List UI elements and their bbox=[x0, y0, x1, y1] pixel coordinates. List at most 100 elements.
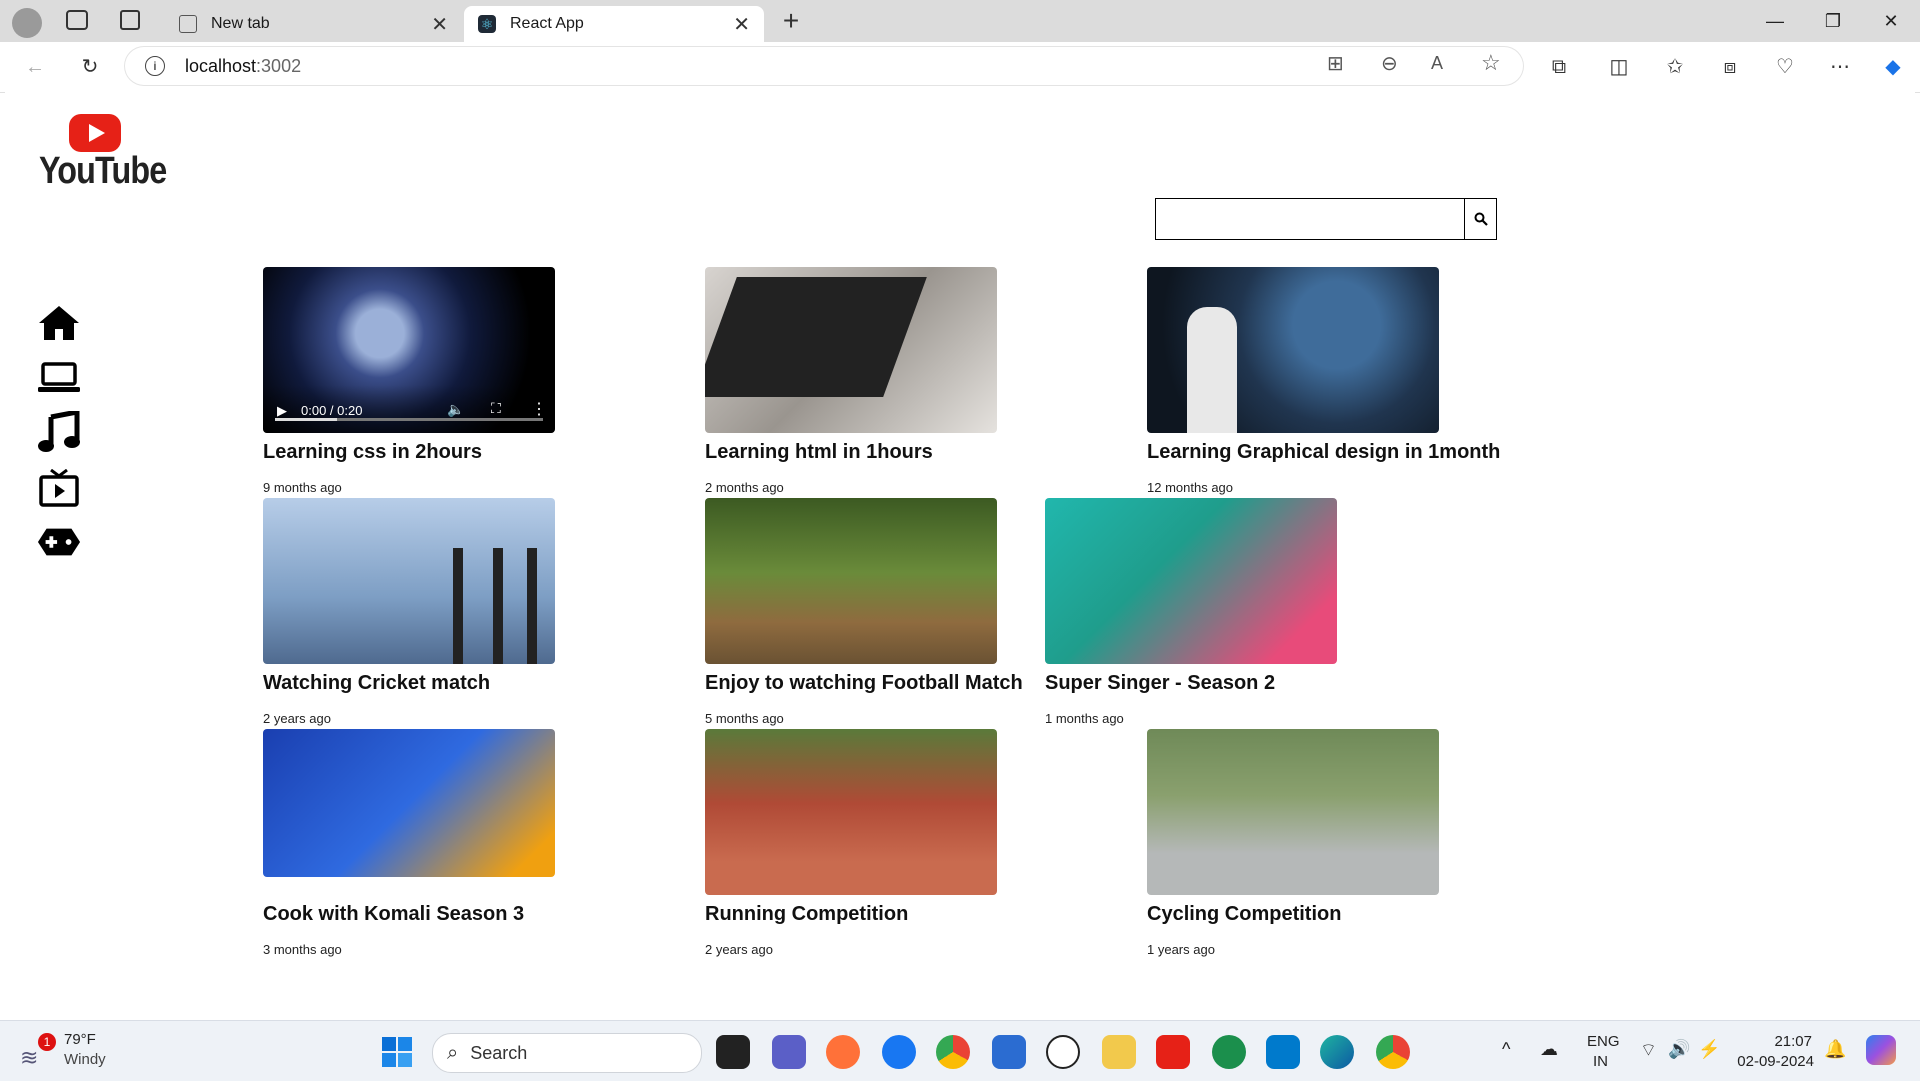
video-thumbnail[interactable] bbox=[705, 729, 997, 895]
video-controls: ▶ 0:00 / 0:20 🔈 ⛶ ⋮ bbox=[263, 385, 555, 433]
video-title[interactable]: Cook with Komali Season 3 bbox=[263, 903, 555, 926]
video-card[interactable]: Cook with Komali Season 3 3 months ago bbox=[263, 729, 555, 957]
notification-badge: 1 bbox=[38, 1033, 56, 1051]
video-card[interactable]: Running Competition 2 years ago bbox=[705, 729, 997, 957]
vscode-icon[interactable] bbox=[1266, 1035, 1300, 1069]
copilot-icon[interactable]: ◆ bbox=[1878, 52, 1908, 82]
video-title[interactable]: Learning html in 1hours bbox=[705, 441, 997, 464]
clock-date[interactable]: 02-09-2024 bbox=[1728, 1053, 1814, 1070]
video-player[interactable]: ▶ 0:00 / 0:20 🔈 ⛶ ⋮ bbox=[263, 267, 555, 433]
language-bottom[interactable]: IN bbox=[1593, 1053, 1608, 1070]
edge-icon[interactable] bbox=[1320, 1035, 1354, 1069]
close-tab-icon[interactable]: ✕ bbox=[431, 12, 448, 37]
music-icon[interactable] bbox=[37, 411, 81, 452]
chevron-up-icon[interactable]: ^ bbox=[1502, 1039, 1510, 1060]
video-title[interactable]: Enjoy to watching Football Match bbox=[705, 672, 1023, 695]
search-input[interactable] bbox=[1156, 199, 1468, 241]
store-icon[interactable] bbox=[992, 1035, 1026, 1069]
tab-react-app[interactable]: ⚛ React App ✕ bbox=[464, 6, 764, 42]
wind-icon: ≋ bbox=[20, 1045, 39, 1070]
progress-bar[interactable] bbox=[275, 418, 543, 421]
tv-icon[interactable] bbox=[37, 468, 81, 508]
video-thumbnail[interactable] bbox=[263, 729, 555, 877]
file-explorer-icon[interactable] bbox=[1102, 1035, 1136, 1069]
search-box[interactable] bbox=[1155, 198, 1468, 241]
video-title[interactable]: Super Singer - Season 2 bbox=[1045, 672, 1337, 695]
address-bar[interactable]: i localhost:3002 ⊞ ⊖ A ☆ bbox=[125, 47, 1523, 85]
more-icon[interactable]: ⋯ bbox=[1825, 52, 1855, 82]
video-thumbnail[interactable] bbox=[705, 498, 997, 664]
video-thumbnail[interactable] bbox=[1045, 498, 1337, 664]
mongodb-icon[interactable] bbox=[1212, 1035, 1246, 1069]
more-options-icon[interactable]: ⋮ bbox=[531, 399, 547, 419]
volume-icon[interactable]: 🔈 bbox=[447, 401, 464, 418]
info-icon[interactable]: i bbox=[145, 56, 165, 76]
favorite-star-icon[interactable]: ☆ bbox=[1481, 50, 1501, 76]
tab-actions-icon[interactable] bbox=[120, 10, 140, 30]
wifi-icon[interactable]: ⌔ bbox=[1640, 1039, 1657, 1062]
chrome-icon[interactable] bbox=[936, 1035, 970, 1069]
video-card[interactable]: Enjoy to watching Football Match 5 month… bbox=[705, 498, 1023, 726]
video-card[interactable]: Learning html in 1hours 2 months ago bbox=[705, 267, 997, 495]
task-view-icon[interactable] bbox=[716, 1035, 750, 1069]
notification-bell-icon[interactable]: 🔔 bbox=[1824, 1039, 1846, 1060]
search-button[interactable] bbox=[1464, 198, 1497, 240]
video-title[interactable]: Watching Cricket match bbox=[263, 672, 555, 695]
dell-icon[interactable] bbox=[1046, 1035, 1080, 1069]
video-card[interactable]: Learning Graphical design in 1month 12 m… bbox=[1147, 267, 1500, 495]
chrome-profile-icon[interactable] bbox=[1376, 1035, 1410, 1069]
profile-icon[interactable] bbox=[12, 8, 42, 38]
video-card[interactable]: Super Singer - Season 2 1 months ago bbox=[1045, 498, 1337, 726]
video-title[interactable]: Running Competition bbox=[705, 903, 997, 926]
video-card[interactable]: ▶ 0:00 / 0:20 🔈 ⛶ ⋮ Learning css in 2hou… bbox=[263, 267, 555, 495]
clock-time[interactable]: 21:07 bbox=[1748, 1033, 1812, 1050]
firefox-icon[interactable] bbox=[826, 1035, 860, 1069]
play-icon[interactable]: ▶ bbox=[277, 403, 287, 419]
close-tab-icon[interactable]: ✕ bbox=[733, 12, 750, 37]
video-title[interactable]: Learning Graphical design in 1month bbox=[1147, 441, 1500, 464]
new-tab-button[interactable]: + bbox=[775, 6, 807, 38]
volume-icon[interactable]: 🔊 bbox=[1668, 1039, 1690, 1060]
start-icon[interactable] bbox=[382, 1037, 412, 1067]
laptop-icon[interactable] bbox=[37, 358, 81, 398]
minimize-button[interactable]: — bbox=[1752, 4, 1798, 38]
gamepad-icon[interactable] bbox=[37, 522, 81, 562]
home-icon[interactable] bbox=[37, 303, 81, 343]
weather-temp: 79°F bbox=[64, 1031, 96, 1048]
back-icon[interactable]: ← bbox=[20, 52, 50, 82]
restore-button[interactable]: ❐ bbox=[1810, 4, 1856, 38]
app-available-icon[interactable]: ⊞ bbox=[1327, 51, 1344, 76]
refresh-icon[interactable]: ↻ bbox=[75, 52, 105, 82]
facebook-icon[interactable] bbox=[882, 1035, 916, 1069]
youtube-app-icon[interactable] bbox=[1156, 1035, 1190, 1069]
split-screen-icon[interactable]: ◫ bbox=[1604, 52, 1634, 82]
zoom-icon[interactable]: ⊖ bbox=[1381, 51, 1398, 76]
onedrive-icon[interactable]: ☁ bbox=[1540, 1039, 1558, 1060]
video-thumbnail[interactable] bbox=[705, 267, 997, 433]
copilot-taskbar-icon[interactable] bbox=[1866, 1035, 1896, 1065]
teams-icon[interactable] bbox=[772, 1035, 806, 1069]
video-age: 1 months ago bbox=[1045, 711, 1124, 726]
battery-icon[interactable]: ⚡ bbox=[1698, 1039, 1720, 1060]
weather-widget[interactable]: ≋ 1 bbox=[20, 1033, 56, 1070]
video-thumbnail[interactable] bbox=[263, 498, 555, 664]
tab-new-tab[interactable]: New tab ✕ bbox=[165, 6, 462, 42]
favorites-icon[interactable]: ✩ bbox=[1660, 52, 1690, 82]
fullscreen-icon[interactable]: ⛶ bbox=[491, 400, 501, 417]
taskbar-search[interactable]: ⌕ Search bbox=[432, 1033, 702, 1073]
performance-icon[interactable]: ♡ bbox=[1770, 52, 1800, 82]
extensions-icon[interactable]: ⧉ bbox=[1544, 52, 1574, 82]
video-card[interactable]: Cycling Competition 1 years ago bbox=[1147, 729, 1439, 957]
video-card[interactable]: Watching Cricket match 2 years ago bbox=[263, 498, 555, 726]
language-top[interactable]: ENG bbox=[1587, 1033, 1620, 1050]
video-thumbnail[interactable] bbox=[1147, 729, 1439, 895]
collections-icon[interactable]: ⧈ bbox=[1715, 52, 1745, 82]
video-title[interactable]: Learning css in 2hours bbox=[263, 441, 555, 464]
read-aloud-icon[interactable]: A bbox=[1431, 53, 1443, 74]
video-thumbnail[interactable] bbox=[1147, 267, 1439, 433]
workspaces-icon[interactable] bbox=[66, 10, 88, 30]
video-title[interactable]: Cycling Competition bbox=[1147, 903, 1439, 926]
youtube-logo[interactable]: YouTube bbox=[30, 114, 167, 194]
close-window-button[interactable]: ✕ bbox=[1868, 4, 1914, 38]
video-time: 0:00 / 0:20 bbox=[301, 403, 363, 418]
